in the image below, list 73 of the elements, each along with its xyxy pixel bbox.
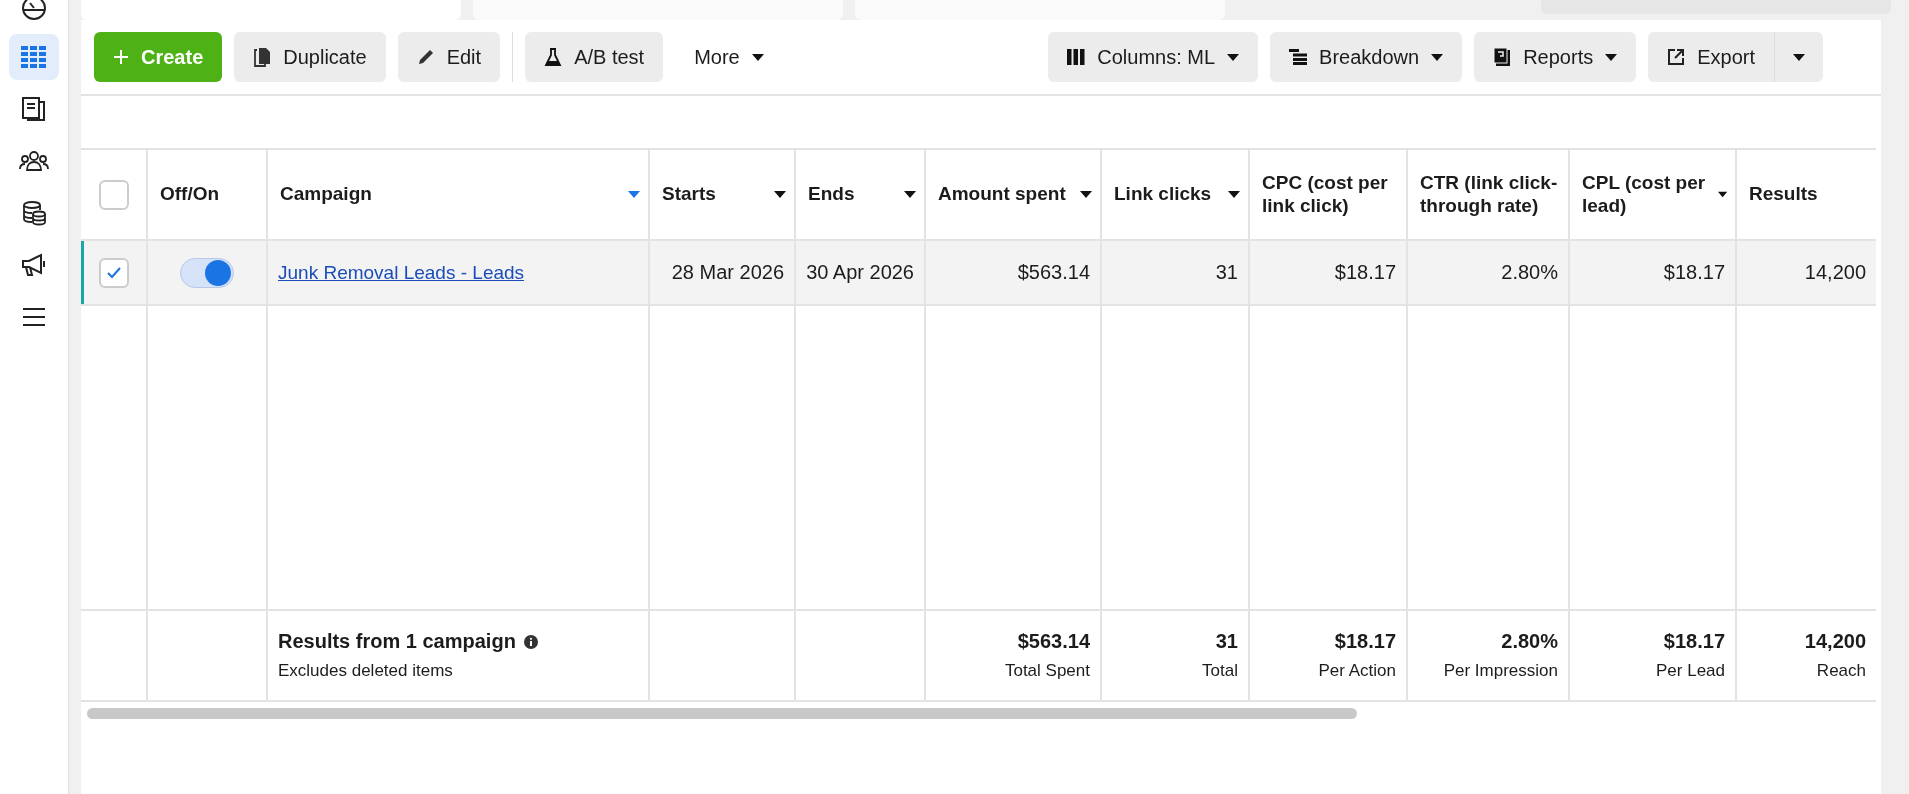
total-caption: Per Impression (1443, 661, 1558, 681)
campaign-link[interactable]: Junk Removal Leads - Leads (278, 261, 525, 284)
column-header[interactable]: Campaign (268, 150, 650, 239)
total-value: $18.17 (1663, 630, 1725, 653)
total-value: 14,200 (1804, 630, 1866, 653)
column-header[interactable]: Ends (796, 150, 926, 239)
table-cell: 31 (1215, 261, 1238, 284)
results-summary: Results from 1 campaign (278, 630, 516, 653)
column-header[interactable]: Amount spent (926, 150, 1102, 239)
total-value: $563.14 (1017, 630, 1090, 653)
caret-icon (1793, 53, 1805, 61)
caret-icon[interactable] (904, 191, 916, 198)
table-cell: 14,200 (1804, 261, 1866, 284)
caret-icon[interactable] (1228, 191, 1240, 198)
total-value: 2.80% (1501, 630, 1558, 653)
external-link-icon (1667, 48, 1686, 66)
toolbar-button[interactable]: Duplicate (234, 32, 386, 82)
caret-icon (1227, 53, 1240, 61)
sort-icon[interactable] (628, 191, 640, 198)
footer-note: Excludes deleted items (278, 661, 453, 681)
total-value: $18.17 (1334, 630, 1396, 653)
flask-icon (544, 47, 563, 67)
toolbar-button[interactable]: Breakdown (1270, 32, 1463, 82)
caret-icon[interactable] (774, 191, 786, 198)
table-cell: $563.14 (1017, 261, 1090, 284)
pages-icon (21, 96, 47, 122)
toolbar-button[interactable]: A/B test (525, 32, 664, 82)
column-header[interactable]: CTR (link click-through rate) (1408, 150, 1570, 239)
column-header[interactable]: CPL (cost per lead) (1570, 150, 1737, 239)
total-caption: Total Spent (1004, 661, 1090, 681)
toolbar-button[interactable]: More (675, 32, 783, 82)
table-cell: 28 Mar 2026 (671, 261, 784, 284)
total-caption: Total (1202, 661, 1238, 681)
column-header[interactable]: Results (1737, 150, 1876, 239)
people-icon (19, 150, 49, 172)
table-cell: 2.80% (1501, 261, 1558, 284)
toolbar-button[interactable]: Reports (1474, 32, 1637, 82)
total-value: 31 (1215, 630, 1238, 653)
checkbox[interactable] (98, 179, 129, 210)
duplicate-icon (253, 47, 272, 67)
total-caption: Per Action (1318, 661, 1396, 681)
toggle-switch[interactable] (180, 257, 234, 288)
scrollbar-thumb[interactable] (87, 708, 1357, 719)
info-icon[interactable] (523, 634, 538, 649)
plus-icon (113, 49, 129, 65)
caret-icon[interactable] (1080, 191, 1092, 198)
check-icon (106, 266, 121, 279)
table-cell: 30 Apr 2026 (806, 261, 914, 284)
toolbar-button[interactable]: Export (1648, 32, 1774, 82)
table-icon (21, 46, 47, 68)
pencil-icon (416, 48, 435, 66)
report-icon (1493, 47, 1512, 67)
columns-icon (1067, 49, 1086, 65)
column-header[interactable]: Off/On (148, 150, 268, 239)
caret-icon[interactable] (1717, 191, 1727, 198)
caret-icon (751, 53, 764, 61)
column-header[interactable]: Link clicks (1102, 150, 1250, 239)
column-header[interactable]: CPC (cost per link click) (1250, 150, 1408, 239)
total-caption: Per Lead (1656, 661, 1725, 681)
caret-icon (1431, 53, 1444, 61)
total-caption: Reach (1816, 661, 1866, 681)
breakdown-icon (1289, 49, 1308, 65)
caret-icon (1605, 53, 1618, 61)
checkbox[interactable] (98, 257, 129, 288)
table-cell: $18.17 (1334, 261, 1396, 284)
menu-icon (22, 307, 46, 327)
coins-icon (21, 200, 47, 226)
toolbar-button[interactable]: Columns: ML (1048, 32, 1259, 82)
column-header[interactable]: Starts (650, 150, 796, 239)
table-cell: $18.17 (1663, 261, 1725, 284)
gauge-icon (21, 0, 47, 21)
toolbar-button[interactable]: Edit (397, 32, 501, 82)
megaphone-icon (21, 253, 47, 277)
